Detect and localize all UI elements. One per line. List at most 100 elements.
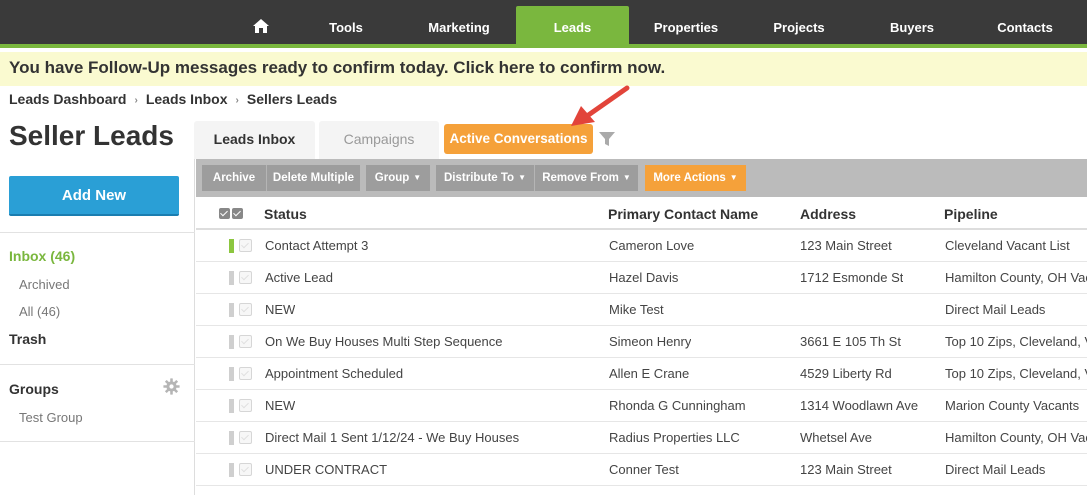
page-title: Seller Leads — [9, 120, 174, 151]
cell-status: NEW — [265, 398, 296, 413]
nav-tools[interactable]: Tools — [300, 0, 392, 48]
cell-pipeline: Direct Mail Leads — [945, 302, 1046, 317]
add-new-button[interactable]: Add New — [9, 176, 179, 216]
cell-address: 1314 Woodlawn Ave — [800, 398, 919, 413]
status-indicator — [229, 431, 234, 445]
cell-contact[interactable]: Simeon Henry — [609, 334, 691, 349]
cell-status: NEW — [265, 302, 296, 317]
table-row[interactable]: Direct Mail 1 Sent 1/12/24 - We Buy Hous… — [196, 422, 1087, 454]
bulk-action-toolbar: Archive Delete Multiple Group ▼ Distribut… — [196, 159, 1087, 197]
distribute-to-label: Distribute To — [444, 172, 515, 184]
follow-up-banner[interactable]: You have Follow-Up messages ready to con… — [0, 52, 1087, 86]
sidebar-item-trash[interactable]: Trash — [9, 331, 46, 347]
row-checkbox[interactable] — [239, 431, 252, 444]
cell-pipeline: Top 10 Zips, Cleveland, Vacants — [945, 334, 1087, 349]
nav-leads[interactable]: Leads — [516, 6, 629, 48]
table-row[interactable]: Appointment Scheduled Allen E Crane 4529… — [196, 358, 1087, 390]
table-row[interactable]: UNDER CONTRACT Conner Test 123 Main Stre… — [196, 454, 1087, 486]
cell-contact[interactable]: Rhonda G Cunningham — [609, 398, 746, 413]
row-checkbox[interactable] — [239, 303, 252, 316]
column-header-contact[interactable]: Primary Contact Name — [608, 206, 758, 222]
cell-pipeline: Top 10 Zips, Cleveland, Vacants — [945, 366, 1087, 381]
cell-contact[interactable]: Allen E Crane — [609, 366, 689, 381]
group-dropdown[interactable]: Group ▼ — [366, 165, 430, 191]
sidebar-item-inbox[interactable]: Inbox (46) — [9, 248, 75, 264]
column-header-status[interactable]: Status — [264, 206, 307, 222]
nav-marketing[interactable]: Marketing — [403, 0, 515, 48]
breadcrumb: Leads Dashboard › Leads Inbox › Sellers Lead… — [9, 91, 337, 107]
cell-status: Appointment Scheduled — [265, 366, 404, 381]
nav-buyers[interactable]: Buyers — [856, 0, 968, 48]
archive-button-label: Archive — [212, 172, 256, 184]
breadcrumb-leads-inbox[interactable]: Leads Inbox — [146, 91, 228, 107]
cell-contact[interactable]: Radius Properties LLC — [609, 430, 740, 445]
archive-button[interactable]: Archive — [202, 165, 266, 191]
sidebar: Add New Inbox (46) Archived All (46) Tra… — [0, 159, 195, 495]
row-checkbox[interactable] — [239, 239, 252, 252]
breadcrumb-leads-dashboard[interactable]: Leads Dashboard — [9, 91, 126, 107]
status-indicator — [229, 239, 234, 253]
breadcrumb-separator-icon: › — [134, 95, 138, 106]
cell-contact[interactable]: Conner Test — [609, 462, 679, 477]
chevron-down-icon: ▼ — [518, 173, 526, 182]
cell-pipeline: Hamilton County, OH Vacants — [945, 270, 1087, 285]
cell-pipeline: Hamilton County, OH Vacants — [945, 430, 1087, 445]
row-checkbox[interactable] — [239, 367, 252, 380]
delete-multiple-button[interactable]: Delete Multiple — [266, 165, 360, 191]
nav-properties[interactable]: Properties — [630, 0, 742, 48]
table-row[interactable]: Contact Attempt 3 Cameron Love 123 Main … — [196, 230, 1087, 262]
more-actions-dropdown[interactable]: More Actions ▼ — [645, 165, 746, 191]
cell-pipeline: Cleveland Vacant List — [945, 238, 1070, 253]
sidebar-divider — [0, 441, 195, 442]
status-indicator — [229, 399, 234, 413]
cell-address: 4529 Liberty Rd — [800, 366, 892, 381]
sidebar-item-all[interactable]: All (46) — [19, 304, 60, 319]
cell-address: 123 Main Street — [800, 462, 892, 477]
checkbox-icon — [219, 208, 230, 219]
filter-icon[interactable] — [598, 131, 616, 147]
annotation-arrow-icon — [571, 85, 630, 126]
cell-contact[interactable]: Hazel Davis — [609, 270, 678, 285]
cell-address: 3661 E 105 Th St — [800, 334, 901, 349]
remove-from-label: Remove From — [542, 172, 619, 184]
row-checkbox[interactable] — [239, 463, 252, 476]
cell-address: 123 Main Street — [800, 238, 892, 253]
nav-projects[interactable]: Projects — [743, 0, 855, 48]
row-checkbox[interactable] — [239, 399, 252, 412]
status-indicator — [229, 303, 234, 317]
column-header-address[interactable]: Address — [800, 206, 856, 222]
cell-pipeline: Marion County Vacants — [945, 398, 1080, 413]
table-row[interactable]: NEW Rhonda G Cunningham 1314 Woodlawn Av… — [196, 390, 1087, 422]
checkbox-icon — [232, 208, 243, 219]
gear-icon[interactable] — [163, 378, 180, 395]
cell-contact[interactable]: Mike Test — [609, 302, 664, 317]
status-indicator — [229, 271, 234, 285]
chevron-down-icon: ▼ — [413, 173, 422, 182]
table-header: Status Primary Contact Name Address Pipe… — [196, 198, 1087, 230]
tab-leads-inbox[interactable]: Leads Inbox — [194, 121, 315, 159]
sidebar-divider — [0, 364, 195, 365]
home-icon[interactable] — [252, 18, 270, 34]
status-indicator — [229, 367, 234, 381]
distribute-to-dropdown[interactable]: Distribute To ▼ — [436, 165, 534, 191]
cell-address: 1712 Esmonde St — [800, 270, 904, 285]
sidebar-item-test-group[interactable]: Test Group — [19, 410, 83, 425]
row-checkbox[interactable] — [239, 335, 252, 348]
cell-contact[interactable]: Cameron Love — [609, 238, 694, 253]
breadcrumb-separator-icon: › — [235, 95, 239, 106]
cell-status: Direct Mail 1 Sent 1/12/24 - We Buy Hous… — [265, 430, 520, 445]
status-indicator — [229, 463, 234, 477]
table-row[interactable]: NEW Mike Test Direct Mail Leads — [196, 294, 1087, 326]
row-checkbox[interactable] — [239, 271, 252, 284]
nav-contacts[interactable]: Contacts — [969, 0, 1081, 48]
table-row[interactable]: On We Buy Houses Multi Step Sequence Sim… — [196, 326, 1087, 358]
select-all-checkbox[interactable] — [219, 208, 245, 220]
table-row[interactable]: Active Lead Hazel Davis 1712 Esmonde St … — [196, 262, 1087, 294]
remove-from-dropdown[interactable]: Remove From ▼ — [534, 165, 638, 191]
column-header-pipeline[interactable]: Pipeline — [944, 206, 998, 222]
tab-campaigns[interactable]: Campaigns — [319, 121, 439, 159]
sidebar-item-archived[interactable]: Archived — [19, 277, 70, 292]
delete-multiple-label: Delete Multiple — [272, 172, 355, 184]
cell-status: Active Lead — [265, 270, 333, 285]
breadcrumb-sellers-leads: Sellers Leads — [246, 91, 338, 107]
